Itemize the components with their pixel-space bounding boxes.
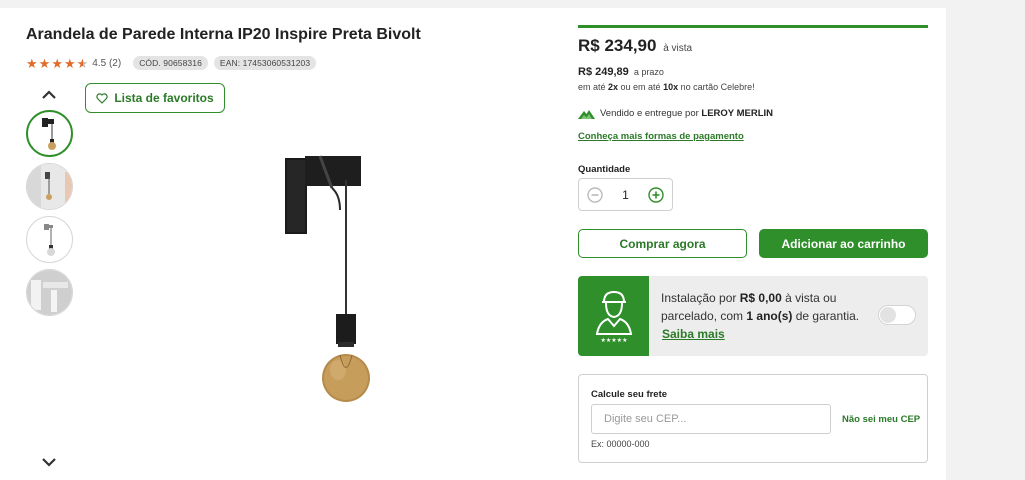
installments-b: 10x: [663, 82, 679, 92]
shipping-label: Calcule seu frete: [591, 389, 668, 400]
shipping-calculator: Calcule seu frete Não sei meu CEP Ex: 00…: [578, 374, 928, 463]
installments-a: 2x: [608, 82, 619, 92]
installments-mid: ou em até: [618, 82, 664, 92]
star-icon: ★: [51, 55, 63, 71]
thumbnail-4[interactable]: [26, 269, 73, 316]
favorites-label: Lista de favoritos: [114, 91, 214, 105]
chevron-up-icon[interactable]: [40, 88, 58, 102]
quantity-label: Quantidade: [578, 164, 631, 175]
price-cash-suffix: à vista: [663, 43, 693, 54]
thumbnail-1[interactable]: [26, 110, 73, 157]
price-installment-value: R$ 249,89: [578, 66, 629, 78]
star-icon: ★: [26, 55, 38, 71]
cep-example: Ex: 00000-000: [591, 439, 650, 449]
rating-stars[interactable]: ★ ★ ★ ★ ★: [26, 57, 88, 70]
installation-price: R$ 0,00: [739, 291, 782, 305]
half-star-icon: ★: [76, 55, 89, 71]
cep-input[interactable]: [591, 404, 831, 434]
price-installment-suffix: a prazo: [633, 67, 664, 77]
installation-toggle[interactable]: [878, 305, 916, 325]
installation-prefix: Instalação por: [661, 291, 740, 305]
minus-icon[interactable]: [587, 186, 603, 203]
plus-icon[interactable]: [648, 186, 664, 203]
toggle-knob: [880, 307, 896, 323]
product-main-image: [285, 155, 370, 402]
quantity-value[interactable]: 1: [622, 188, 629, 202]
leroy-merlin-logo-icon: [578, 109, 595, 119]
add-to-cart-button[interactable]: Adicionar ao carrinho: [759, 229, 928, 258]
star-icon: ★: [63, 55, 76, 71]
thumbnail-2[interactable]: [26, 163, 73, 210]
seller-name: LEROY MERLIN: [701, 108, 774, 119]
price-installment: R$ 249,89 a prazo: [578, 66, 664, 78]
star-icon: ★: [38, 55, 51, 71]
installer-icon-panel: ★★★★★: [578, 276, 649, 356]
price-cash-value: R$ 234,90: [578, 36, 657, 55]
installments-info: em até 2x ou em até 10x no cartão Celebr…: [578, 82, 755, 92]
ean-badge: EAN: 17453060531203: [213, 56, 317, 70]
installation-text: Instalação por R$ 0,00 à vista ou parcel…: [661, 289, 871, 325]
heart-icon: [96, 92, 108, 104]
unknown-cep-link[interactable]: Não sei meu CEP: [842, 414, 920, 425]
installation-warranty: 1 ano(s): [746, 309, 793, 323]
lamp-thumbnail-image: [42, 118, 56, 150]
payment-options-link[interactable]: Conheça mais formas de pagamento: [578, 131, 744, 142]
product-code-badge: CÓD. 90658316: [133, 56, 208, 70]
price-cash: R$ 234,90 à vista: [578, 36, 692, 56]
chevron-down-icon[interactable]: [40, 455, 58, 469]
thumbnail-3[interactable]: [26, 216, 73, 263]
rating-text[interactable]: 4.5 (2): [92, 58, 121, 69]
favorites-button[interactable]: Lista de favoritos: [85, 83, 225, 113]
seller-info: Vendido e entregue por LEROY MERLIN: [578, 108, 773, 119]
lamp-side-thumbnail-image: [44, 224, 55, 256]
installer-icon: ★★★★★: [595, 290, 632, 344]
product-title: Arandela de Parede Interna IP20 Inspire …: [26, 26, 421, 43]
installation-suffix: de garantia.: [792, 309, 860, 323]
room-photo-thumbnail-image: [27, 164, 72, 209]
price-top-divider: [578, 25, 928, 28]
quantity-stepper: 1: [578, 178, 673, 211]
buy-now-button[interactable]: Comprar agora: [578, 229, 747, 258]
learn-more-link[interactable]: Saiba mais: [662, 327, 725, 341]
seller-prefix: Vendido e entregue por: [600, 108, 702, 119]
installation-offer: ★★★★★ Instalação por R$ 0,00 à vista ou …: [578, 276, 928, 356]
dimensions-thumbnail-image: [27, 270, 72, 315]
installments-prefix: em até: [578, 82, 609, 92]
product-meta: ★ ★ ★ ★ ★ 4.5 (2) CÓD. 90658316 EAN: 174…: [26, 55, 322, 71]
installments-suffix: no cartão Celebre!: [678, 82, 755, 92]
svg-text:★★★★★: ★★★★★: [600, 337, 627, 344]
